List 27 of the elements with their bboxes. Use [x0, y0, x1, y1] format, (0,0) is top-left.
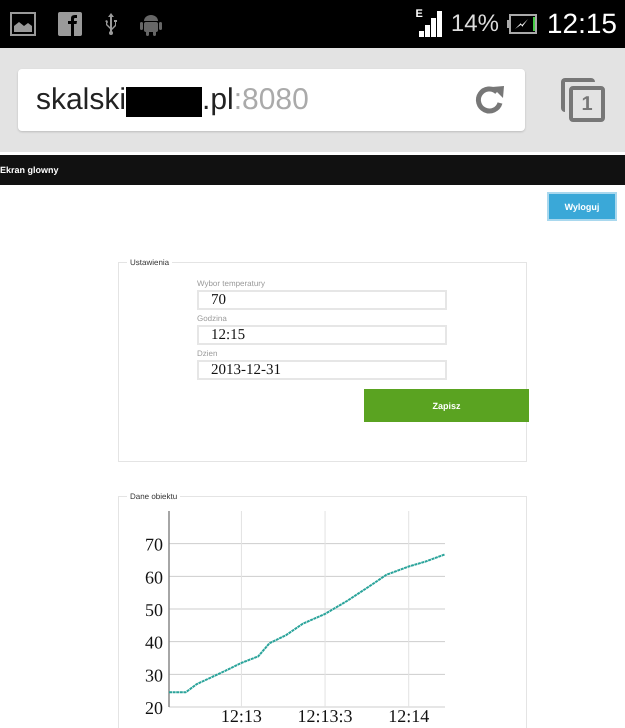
y-tick-label: 60 — [145, 567, 163, 588]
y-tick-label: 30 — [145, 665, 163, 686]
app-icon — [58, 12, 82, 36]
y-tick-label: 50 — [145, 600, 163, 620]
x-tick-label: 12:14 — [388, 706, 430, 726]
panel-legend: Ustawienia — [127, 258, 172, 267]
address-field[interactable]: skalski .pl:8080 — [18, 69, 525, 131]
x-tick-label: 12:13:3 — [298, 706, 353, 726]
panel-legend: Dane obiektu — [127, 492, 180, 501]
x-tick-label: 12:13 — [220, 706, 262, 726]
input-field[interactable]: 70 — [197, 290, 447, 310]
field-label: Wybor temperatury — [197, 279, 266, 288]
battery-level: 14% — [450, 10, 499, 38]
input-field[interactable]: 12:15 — [197, 325, 447, 345]
y-tick-label: 40 — [145, 632, 163, 653]
field-label: Godzina — [197, 314, 228, 323]
network-type: E — [416, 8, 423, 20]
clock: 12:15 — [546, 8, 617, 40]
usb-icon — [104, 12, 118, 36]
y-tick-label: 70 — [145, 534, 163, 555]
image-icon — [10, 12, 36, 36]
y-tick-label: 20 — [145, 698, 163, 718]
page-title: Ekran glowny — [0, 165, 59, 175]
input-field[interactable]: 2013-12-31 — [197, 360, 447, 380]
battery-icon — [506, 14, 537, 34]
field-label: Dzien — [197, 349, 218, 358]
robot-icon — [140, 12, 162, 36]
